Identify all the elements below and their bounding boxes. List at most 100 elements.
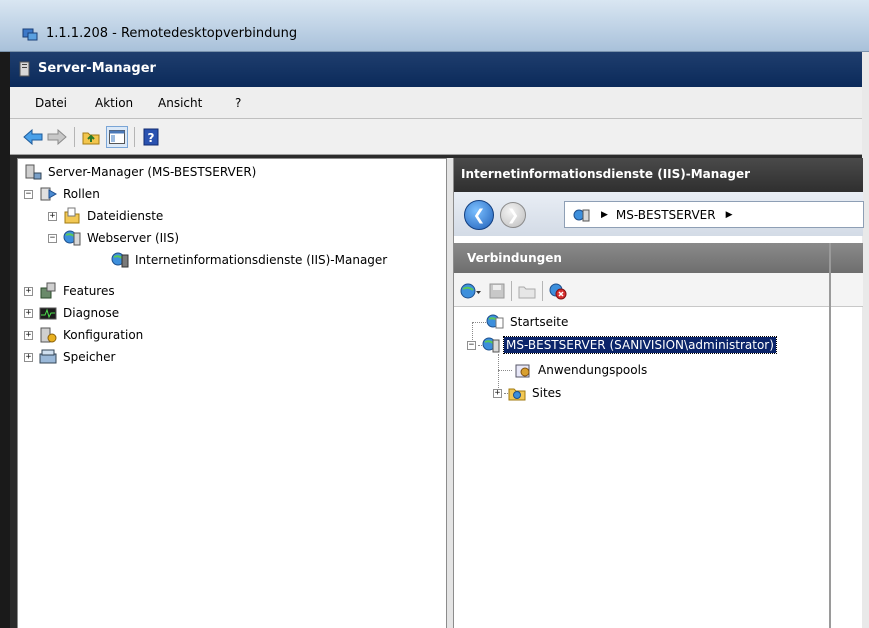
tree-label: Anwendungspools xyxy=(538,363,648,377)
iis-manager-icon xyxy=(111,252,129,268)
collapse-toggle[interactable]: − xyxy=(24,189,33,199)
forward-button[interactable] xyxy=(46,126,68,148)
tree-node-speicher[interactable]: + Speicher xyxy=(24,346,117,368)
menu-datei[interactable]: Datei xyxy=(35,96,67,110)
collapse-toggle[interactable]: − xyxy=(467,340,476,350)
server-manager-icon xyxy=(19,61,30,77)
help-icon: ? xyxy=(143,128,159,146)
svg-text:?: ? xyxy=(148,131,155,145)
tree-label: Features xyxy=(63,284,115,298)
connections-tree[interactable]: Startseite − MS-BESTSERVER (SANIVISION\a… xyxy=(454,308,832,628)
tree-label: Dateidienste xyxy=(87,209,164,223)
show-hide-console-tree-button[interactable] xyxy=(106,126,128,148)
disconnect-icon xyxy=(549,283,567,300)
features-icon xyxy=(40,282,56,299)
breadcrumb-segment-server[interactable]: MS-BESTSERVER xyxy=(616,208,716,222)
breadcrumb-separator-icon: ▶ xyxy=(601,209,608,220)
sites-folder-icon xyxy=(508,388,526,401)
tree-node-rollen[interactable]: − Rollen xyxy=(24,183,102,205)
breadcrumb-separator-icon: ▶ xyxy=(725,209,733,220)
menu-aktion[interactable]: Aktion xyxy=(95,96,133,110)
globe-connect-icon xyxy=(460,283,481,299)
toolbar-separator xyxy=(74,127,75,147)
tree-label: Server-Manager (MS-BESTSERVER) xyxy=(48,165,257,179)
forward-arrow-icon: ❯ xyxy=(506,206,520,224)
connections-node-apppools[interactable]: Anwendungspools xyxy=(514,359,649,381)
pane-border xyxy=(829,243,831,628)
save-button[interactable] xyxy=(486,280,508,302)
tree-label: Sites xyxy=(532,386,562,400)
menu-ansicht[interactable]: Ansicht xyxy=(158,96,202,110)
left-frame xyxy=(0,52,10,628)
tree-line xyxy=(498,370,512,371)
connections-header: Verbindungen xyxy=(454,243,863,273)
connect-button[interactable] xyxy=(460,280,482,302)
connections-node-server[interactable]: − MS-BESTSERVER (SANIVISION\administrato… xyxy=(467,334,777,356)
tree-label: Speicher xyxy=(63,350,116,364)
connections-node-startseite[interactable]: Startseite xyxy=(486,311,570,333)
iis-back-button[interactable]: ❮ xyxy=(464,200,494,230)
expand-toggle[interactable]: + xyxy=(493,388,502,398)
disconnect-button[interactable] xyxy=(547,280,569,302)
expand-toggle[interactable]: + xyxy=(24,308,33,318)
forward-arrow-icon xyxy=(47,129,67,145)
tree-label: Diagnose xyxy=(63,306,120,320)
menu-help[interactable]: ? xyxy=(235,96,241,110)
back-arrow-icon: ❮ xyxy=(472,206,486,224)
up-folder-button[interactable] xyxy=(80,126,102,148)
server-icon xyxy=(573,209,590,221)
folder-up-icon xyxy=(518,286,536,299)
expand-toggle[interactable]: + xyxy=(48,211,57,221)
expand-toggle[interactable]: + xyxy=(24,352,33,362)
breadcrumb[interactable]: ▶ MS-BESTSERVER ▶ xyxy=(564,201,864,228)
help-button[interactable]: ? xyxy=(140,126,162,148)
iis-header: Internetinformationsdienste (IIS)-Manage… xyxy=(454,158,863,192)
configuration-icon xyxy=(40,327,57,343)
tree-node-dateidienste[interactable]: + Dateidienste xyxy=(48,205,165,227)
application-pools-icon xyxy=(515,364,530,378)
tree-node-diagnose[interactable]: + Diagnose xyxy=(24,302,121,324)
tree-node-konfiguration[interactable]: + Konfiguration xyxy=(24,324,145,346)
tree-label: Internetinformationsdienste (IIS)-Manage… xyxy=(135,253,388,267)
connections-node-sites[interactable]: + Sites xyxy=(493,382,563,404)
window-title: Server-Manager xyxy=(38,61,156,76)
tree-node-server-manager[interactable]: Server-Manager (MS-BESTSERVER) xyxy=(24,161,258,183)
connections-toolbar xyxy=(454,273,863,307)
storage-icon xyxy=(39,349,57,364)
toolbar-separator xyxy=(511,281,512,301)
menu-bar: Datei Aktion Ansicht ? xyxy=(10,87,862,119)
tree-node-webserver[interactable]: − Webserver (IIS) xyxy=(48,227,181,249)
tree-label: Startseite xyxy=(510,315,569,329)
console-tree-icon xyxy=(109,130,125,144)
tree-label: Rollen xyxy=(63,187,100,201)
iis-forward-button[interactable]: ❯ xyxy=(500,202,526,228)
server-icon xyxy=(482,337,500,353)
toolbar-separator xyxy=(542,281,543,301)
diagnostics-icon xyxy=(39,307,57,320)
collapse-toggle[interactable]: − xyxy=(48,233,57,243)
folder-up-icon xyxy=(82,132,100,145)
right-frame xyxy=(862,52,869,628)
tree-label-selected: MS-BESTSERVER (SANIVISION\administrator) xyxy=(503,336,777,354)
expand-toggle[interactable]: + xyxy=(24,286,33,296)
start-page-icon xyxy=(486,314,504,329)
toolbar-separator xyxy=(134,127,135,147)
tree-label: Webserver (IIS) xyxy=(87,231,180,245)
tree-line xyxy=(472,322,486,323)
console-tree-pane[interactable]: Server-Manager (MS-BESTSERVER) − Rollen … xyxy=(17,158,447,628)
back-button[interactable] xyxy=(22,126,44,148)
back-arrow-icon xyxy=(23,129,43,145)
roles-icon xyxy=(40,187,57,201)
expand-toggle[interactable]: + xyxy=(24,330,33,340)
rdp-window-title: 1.1.1.208 - Remotedesktopverbindung xyxy=(46,26,298,41)
rdp-titlebar[interactable]: 1.1.1.208 - Remotedesktopverbindung xyxy=(0,0,869,52)
server-manager-icon xyxy=(25,164,42,180)
tree-node-features[interactable]: + Features xyxy=(24,280,117,302)
tree-node-iis-manager[interactable]: Internetinformationsdienste (IIS)-Manage… xyxy=(111,249,389,271)
remote-desktop-icon xyxy=(22,28,38,41)
iis-address-bar: ❮ ❯ ▶ MS-BESTSERVER ▶ xyxy=(454,192,864,236)
toolbar: ? xyxy=(10,119,862,155)
server-manager-titlebar[interactable]: Server-Manager xyxy=(10,52,862,87)
up-level-button[interactable] xyxy=(516,280,538,302)
tree-label: Konfiguration xyxy=(63,328,144,342)
